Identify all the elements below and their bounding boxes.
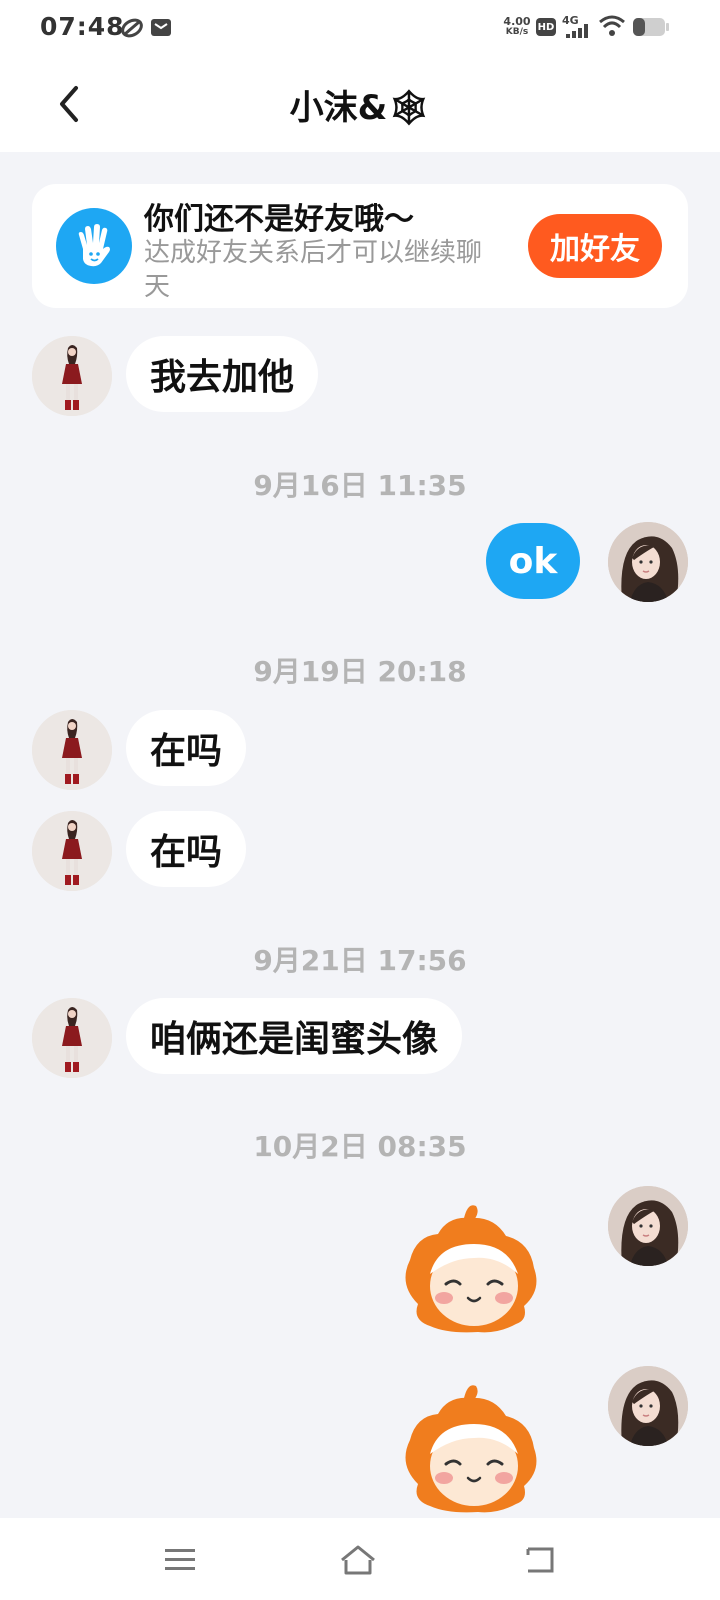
message-timestamp: 9月21日 17:56 xyxy=(253,944,467,977)
not-friends-banner: 你们还不是好友哦～ 达成好友关系后才可以继续聊天 加好友 xyxy=(32,184,688,308)
my-avatar[interactable] xyxy=(608,1186,688,1266)
contact-avatar[interactable] xyxy=(32,811,112,891)
message-bubble-received[interactable]: 在吗 xyxy=(126,710,247,786)
home-button[interactable] xyxy=(328,1536,388,1584)
chat-title: 小沫&🕸 xyxy=(289,88,431,128)
my-avatar[interactable] xyxy=(608,522,688,602)
mail-icon xyxy=(151,19,171,36)
wifi-icon xyxy=(599,15,625,36)
net-speed: 4.00 KB/s xyxy=(503,15,531,37)
banner-title: 你们还不是好友哦～ xyxy=(144,202,414,237)
status-bar: 07:48 4.00 KB/s HD 4G xyxy=(0,0,720,56)
system-nav-bar xyxy=(0,1518,720,1600)
my-avatar[interactable] xyxy=(608,1366,688,1446)
wave-hand-icon xyxy=(56,208,132,284)
add-friend-button[interactable]: 加好友 xyxy=(528,214,662,278)
orange-hair-smile-sticker xyxy=(404,1383,538,1514)
home-icon xyxy=(341,1545,375,1575)
signal-icon xyxy=(566,24,588,38)
message-bubble-received[interactable]: 我去加他 xyxy=(126,336,319,412)
message-bubble-received[interactable]: 在吗 xyxy=(126,811,247,887)
message-bubble-sent[interactable]: ok xyxy=(486,523,580,599)
contact-avatar[interactable] xyxy=(32,998,112,1078)
battery-icon xyxy=(633,18,669,36)
message-timestamp: 10月2日 08:35 xyxy=(253,1130,467,1163)
message-timestamp: 9月16日 11:35 xyxy=(253,469,467,502)
chat-header: 小沫&🕸 xyxy=(0,56,720,152)
menu-icon xyxy=(165,1549,195,1570)
status-time: 07:48 xyxy=(40,12,125,41)
menu-button[interactable] xyxy=(150,1536,210,1584)
banner-subtitle: 达成好友关系后才可以继续聊天 xyxy=(144,238,483,302)
contact-avatar[interactable] xyxy=(32,336,112,416)
message-bubble-received[interactable]: 咱俩还是闺蜜头像 xyxy=(126,998,463,1074)
message-timestamp: 9月19日 20:18 xyxy=(253,655,467,688)
orange-hair-smile-sticker xyxy=(404,1203,538,1334)
back-icon xyxy=(526,1547,554,1573)
hd-badge: HD xyxy=(536,18,556,36)
sync-icon xyxy=(121,18,143,38)
sticker-message[interactable] xyxy=(398,1194,552,1344)
sticker-message[interactable] xyxy=(398,1374,552,1518)
back-nav-button[interactable] xyxy=(510,1536,570,1584)
contact-avatar[interactable] xyxy=(32,710,112,790)
